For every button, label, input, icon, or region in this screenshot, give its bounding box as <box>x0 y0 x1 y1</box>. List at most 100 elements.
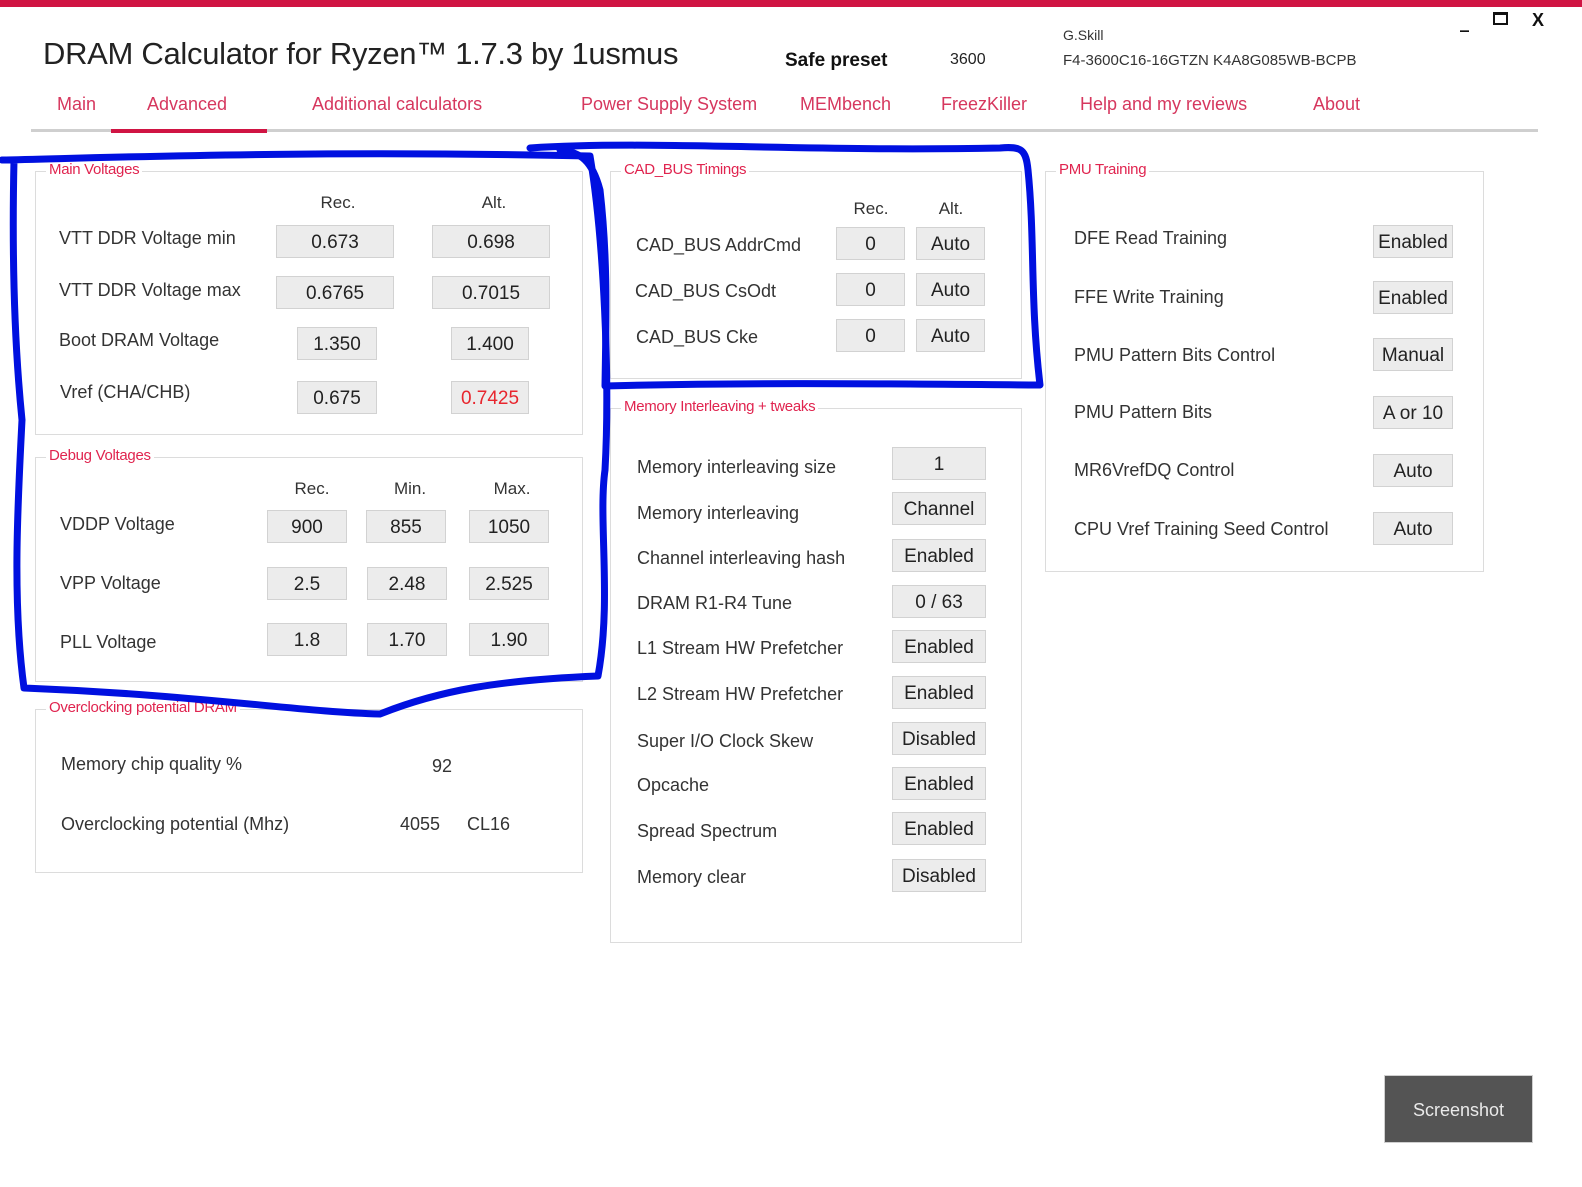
cad-csodt-rec-value[interactable]: 0 <box>836 273 905 306</box>
vpp-min-value[interactable]: 2.48 <box>367 567 447 600</box>
vref-label: Vref (CHA/CHB) <box>60 382 191 402</box>
chip-quality-value: 92 <box>432 756 453 776</box>
cad-cke-label: CAD_BUS Cke <box>636 327 759 347</box>
interleaving-row-value[interactable]: Enabled <box>892 676 986 709</box>
vref-rec-value[interactable]: 0.675 <box>297 381 377 414</box>
pmu-row-value[interactable]: Auto <box>1373 454 1453 487</box>
cad-cke-rec-value[interactable]: 0 <box>836 319 905 352</box>
interleaving-row-label: Channel interleaving hash <box>637 548 846 568</box>
preset-label: Safe preset <box>785 50 888 71</box>
group-title: PMU Training <box>1056 161 1150 178</box>
tab-advanced[interactable]: Advanced <box>147 94 227 115</box>
interleaving-row-value[interactable]: 0 / 63 <box>892 585 986 618</box>
minimize-button[interactable]: _ <box>1460 12 1469 33</box>
active-tab-indicator <box>111 129 267 133</box>
boot-dram-label: Boot DRAM Voltage <box>59 330 220 350</box>
pll-min-value[interactable]: 1.70 <box>367 623 447 656</box>
column-header-alt: Alt. <box>938 199 964 218</box>
column-header-rec: Rec. <box>320 193 356 212</box>
oc-potential-value: 4055 <box>400 814 441 834</box>
pmu-row-value[interactable]: A or 10 <box>1373 396 1453 429</box>
cad-csodt-alt-value[interactable]: Auto <box>916 273 985 306</box>
screenshot-button[interactable]: Screenshot <box>1384 1075 1533 1143</box>
interleaving-row-value[interactable]: 1 <box>892 447 986 480</box>
group-title: Main Voltages <box>46 161 143 178</box>
interleaving-row-label: Memory interleaving size <box>637 457 837 477</box>
tab-about[interactable]: About <box>1313 94 1360 115</box>
interleaving-row-value[interactable]: Enabled <box>892 630 986 663</box>
vddp-rec-value[interactable]: 900 <box>267 510 347 543</box>
pmu-row-label: PMU Pattern Bits <box>1074 402 1213 422</box>
pmu-row-value[interactable]: Enabled <box>1373 225 1453 258</box>
maximize-button[interactable] <box>1493 12 1508 25</box>
vtt-max-alt-value[interactable]: 0.7015 <box>432 276 550 309</box>
app-title: DRAM Calculator for Ryzen™ 1.7.3 by 1usm… <box>43 36 679 71</box>
interleaving-row-label: Memory clear <box>637 867 747 887</box>
cad-csodt-label: CAD_BUS CsOdt <box>635 281 777 301</box>
oc-potential-label: Overclocking potential (Mhz) <box>61 814 290 834</box>
tab-main[interactable]: Main <box>57 94 96 115</box>
title-bar-accent <box>0 0 1582 7</box>
vddp-max-value[interactable]: 1050 <box>469 510 549 543</box>
pmu-row-label: DFE Read Training <box>1074 228 1228 248</box>
cad-cke-alt-value[interactable]: Auto <box>916 319 985 352</box>
vtt-max-label: VTT DDR Voltage max <box>59 280 241 300</box>
interleaving-row-value[interactable]: Disabled <box>892 722 986 755</box>
interleaving-row-value[interactable]: Enabled <box>892 812 986 845</box>
pmu-row-value[interactable]: Auto <box>1373 512 1453 545</box>
column-header-max: Max. <box>493 479 531 498</box>
frequency-label: 3600 <box>950 51 986 68</box>
interleaving-row-value[interactable]: Enabled <box>892 767 986 800</box>
interleaving-row-value[interactable]: Channel <box>892 492 986 525</box>
interleaving-row-label: L2 Stream HW Prefetcher <box>637 684 844 704</box>
pmu-row-label: CPU Vref Training Seed Control <box>1074 519 1329 539</box>
interleaving-row-value[interactable]: Enabled <box>892 539 986 572</box>
chip-quality-label: Memory chip quality % <box>61 754 243 774</box>
tab-membench[interactable]: MEMbench <box>800 94 891 115</box>
vtt-min-rec-value[interactable]: 0.673 <box>276 225 394 258</box>
column-header-rec: Rec. <box>853 199 889 218</box>
group-title: Memory Interleaving + tweaks <box>621 398 819 415</box>
pll-max-value[interactable]: 1.90 <box>469 623 549 656</box>
interleaving-row-label: Memory interleaving <box>637 503 800 523</box>
memory-vendor: G.Skill <box>1063 27 1104 43</box>
vpp-max-value[interactable]: 2.525 <box>469 567 549 600</box>
pmu-row-label: FFE Write Training <box>1074 287 1224 307</box>
close-button[interactable]: X <box>1532 10 1544 31</box>
vpp-rec-value[interactable]: 2.5 <box>267 567 347 600</box>
pll-label: PLL Voltage <box>60 632 157 652</box>
vddp-label: VDDP Voltage <box>60 514 175 534</box>
vtt-min-label: VTT DDR Voltage min <box>59 228 236 248</box>
pmu-row-value[interactable]: Manual <box>1373 338 1453 371</box>
vpp-label: VPP Voltage <box>60 573 161 593</box>
tab-power-supply-system[interactable]: Power Supply System <box>581 94 757 115</box>
cad-addrcmd-label: CAD_BUS AddrCmd <box>636 235 802 255</box>
tab-additional-calculators[interactable]: Additional calculators <box>312 94 482 115</box>
interleaving-row-label: L1 Stream HW Prefetcher <box>637 638 844 658</box>
vref-alt-value[interactable]: 0.7425 <box>451 381 529 414</box>
group-title: Overclocking potential DRAM <box>46 699 240 716</box>
vtt-min-alt-value[interactable]: 0.698 <box>432 225 550 258</box>
cad-addrcmd-alt-value[interactable]: Auto <box>916 227 985 260</box>
pmu-row-label: PMU Pattern Bits Control <box>1074 345 1276 365</box>
oc-potential-group: Overclocking potential DRAM <box>35 699 583 873</box>
column-header-alt: Alt. <box>481 193 507 212</box>
interleaving-row-label: Super I/O Clock Skew <box>637 731 814 751</box>
column-header-min: Min. <box>393 479 427 498</box>
boot-dram-alt-value[interactable]: 1.400 <box>451 327 529 360</box>
boot-dram-rec-value[interactable]: 1.350 <box>297 327 377 360</box>
cad-addrcmd-rec-value[interactable]: 0 <box>836 227 905 260</box>
group-title: Debug Voltages <box>46 447 154 464</box>
memory-part-number: F4-3600C16-16GTZN K4A8G085WB-BCPB <box>1063 52 1357 69</box>
pmu-row-value[interactable]: Enabled <box>1373 281 1453 314</box>
tab-freezkiller[interactable]: FreezKiller <box>941 94 1027 115</box>
interleaving-row-label: DRAM R1-R4 Tune <box>637 593 793 613</box>
column-header-rec: Rec. <box>294 479 330 498</box>
pll-rec-value[interactable]: 1.8 <box>267 623 347 656</box>
pmu-row-label: MR6VrefDQ Control <box>1074 460 1235 480</box>
group-title: CAD_BUS Timings <box>621 161 750 178</box>
tab-help-and-reviews[interactable]: Help and my reviews <box>1080 94 1247 115</box>
interleaving-row-value[interactable]: Disabled <box>892 859 986 892</box>
vddp-min-value[interactable]: 855 <box>366 510 446 543</box>
vtt-max-rec-value[interactable]: 0.6765 <box>276 276 394 309</box>
